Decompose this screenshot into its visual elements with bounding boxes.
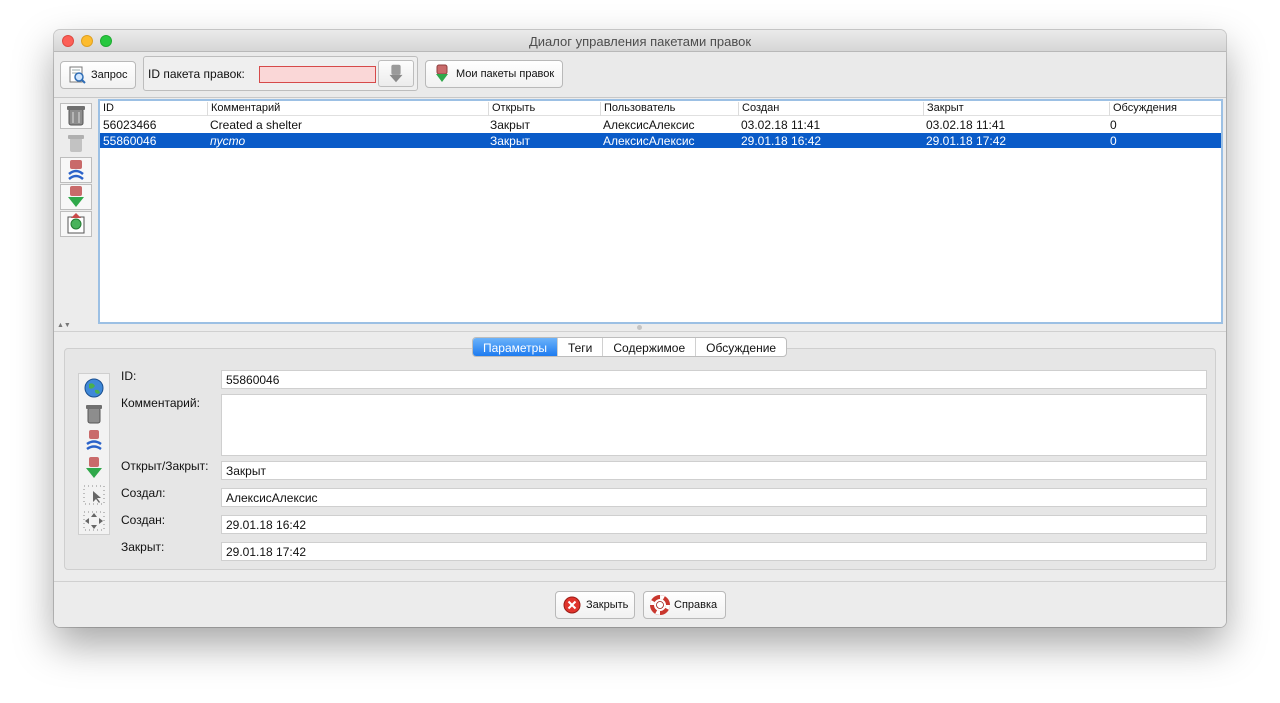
query-button[interactable]: Запрос	[60, 61, 136, 89]
tab-discussion[interactable]: Обсуждение	[696, 338, 786, 356]
globe-icon[interactable]	[81, 376, 107, 400]
changesets-pane: ID Комментарий Открыть Пользователь Созд…	[54, 98, 1226, 324]
cell-discussions: 0	[1110, 134, 1117, 148]
show-changeset-icon[interactable]	[60, 211, 92, 237]
cell-created: 29.01.18 16:42	[741, 134, 822, 148]
update-changeset-icon[interactable]	[81, 429, 107, 453]
table-header: ID Комментарий Открыть Пользователь Созд…	[100, 101, 1221, 116]
cell-user: АлексисАлексис	[603, 134, 695, 148]
created-label: Создан:	[121, 513, 166, 527]
changeset-id-input[interactable]	[259, 66, 376, 83]
cell-open: Закрыт	[490, 134, 530, 148]
comment-label: Комментарий:	[121, 396, 200, 410]
cell-comment: пусто	[210, 134, 246, 148]
cell-open: Закрыт	[490, 118, 530, 132]
cell-comment: Created a shelter	[210, 118, 303, 132]
tab-parameters[interactable]: Параметры	[473, 338, 558, 356]
my-changesets-label: Мои пакеты правок	[456, 68, 555, 80]
query-icon	[69, 66, 86, 84]
download-icon	[389, 64, 403, 83]
splitter-arrows-icon[interactable]: ▲▼	[57, 322, 71, 329]
close-button-label: Закрыть	[586, 599, 629, 611]
changeset-manager-window: Диалог управления пакетами правок Запрос…	[54, 30, 1226, 627]
toolbar: Запрос ID пакета правок: Мои пакеты прав…	[54, 52, 1226, 98]
open-closed-label: Открыт/Закрыт:	[121, 459, 209, 473]
column-header-closed[interactable]: Закрыт	[923, 102, 964, 116]
comment-value	[221, 394, 1207, 456]
column-header-user[interactable]: Пользователь	[600, 102, 675, 116]
created-by-label: Создал:	[121, 486, 166, 500]
details-tabs: Параметры Теги Содержимое Обсуждение	[472, 337, 788, 357]
cell-user: АлексисАлексис	[603, 118, 695, 132]
query-button-label: Запрос	[91, 69, 128, 81]
cell-created: 03.02.18 11:41	[741, 118, 821, 132]
update-changeset-icon[interactable]	[60, 157, 92, 183]
column-header-id[interactable]: ID	[100, 102, 114, 116]
changesets-table[interactable]: ID Комментарий Открыть Пользователь Созд…	[98, 99, 1223, 324]
close-button[interactable]: Закрыть	[555, 591, 635, 619]
download-changeset-content-icon[interactable]	[81, 456, 107, 480]
lifebuoy-icon	[650, 595, 670, 615]
cell-discussions: 0	[1110, 118, 1117, 132]
cell-closed: 03.02.18 11:41	[926, 118, 1006, 132]
id-value: 55860046	[221, 370, 1207, 389]
table-row-selected[interactable]: 55860046 пусто Закрыт АлексисАлексис 29.…	[100, 133, 1221, 148]
tab-tags[interactable]: Теги	[558, 338, 604, 356]
created-value: 29.01.18 16:42	[221, 515, 1207, 534]
column-header-open[interactable]: Открыть	[488, 102, 535, 116]
close-changeset-icon[interactable]	[81, 402, 107, 426]
created-by-value: АлексисАлексис	[221, 488, 1207, 507]
close-changeset-icon[interactable]	[60, 103, 92, 129]
cell-id: 55860046	[103, 134, 157, 148]
column-header-discussions[interactable]: Обсуждения	[1109, 102, 1177, 116]
cell-id: 56023466	[103, 118, 157, 132]
splitter-knob[interactable]	[637, 325, 642, 330]
details-side-toolbar	[78, 373, 110, 535]
tab-content[interactable]: Содержимое	[603, 338, 697, 356]
zoom-to-objects-icon[interactable]	[81, 509, 107, 533]
column-header-created[interactable]: Создан	[738, 102, 779, 116]
pane-splitter[interactable]: ▲▼	[54, 322, 1226, 332]
close-icon	[563, 596, 581, 614]
download-changeset-content-icon[interactable]	[60, 184, 92, 210]
cell-closed: 29.01.18 17:42	[926, 134, 1007, 148]
changeset-id-group: ID пакета правок:	[143, 56, 418, 91]
window-title: Диалог управления пакетами правок	[528, 34, 752, 49]
id-label: ID:	[121, 369, 137, 383]
my-changesets-icon	[436, 64, 448, 82]
open-closed-value: Закрыт	[221, 461, 1207, 480]
my-changesets-button[interactable]: Мои пакеты правок	[425, 60, 563, 88]
changeset-id-label: ID пакета правок:	[148, 67, 245, 81]
title-bar: Диалог управления пакетами правок	[54, 30, 1226, 52]
help-button-label: Справка	[674, 599, 718, 611]
help-button[interactable]: Справка	[643, 591, 726, 619]
disabled-close-icon[interactable]	[60, 131, 92, 157]
table-row[interactable]: 56023466 Created a shelter Закрыт Алекси…	[100, 117, 1221, 132]
download-changeset-button[interactable]	[378, 60, 414, 87]
select-objects-icon[interactable]	[81, 483, 107, 507]
closed-value: 29.01.18 17:42	[221, 542, 1207, 561]
closed-label: Закрыт:	[121, 540, 165, 554]
column-header-comment[interactable]: Комментарий	[207, 102, 280, 116]
dialog-footer: Закрыть Справка	[54, 581, 1226, 627]
